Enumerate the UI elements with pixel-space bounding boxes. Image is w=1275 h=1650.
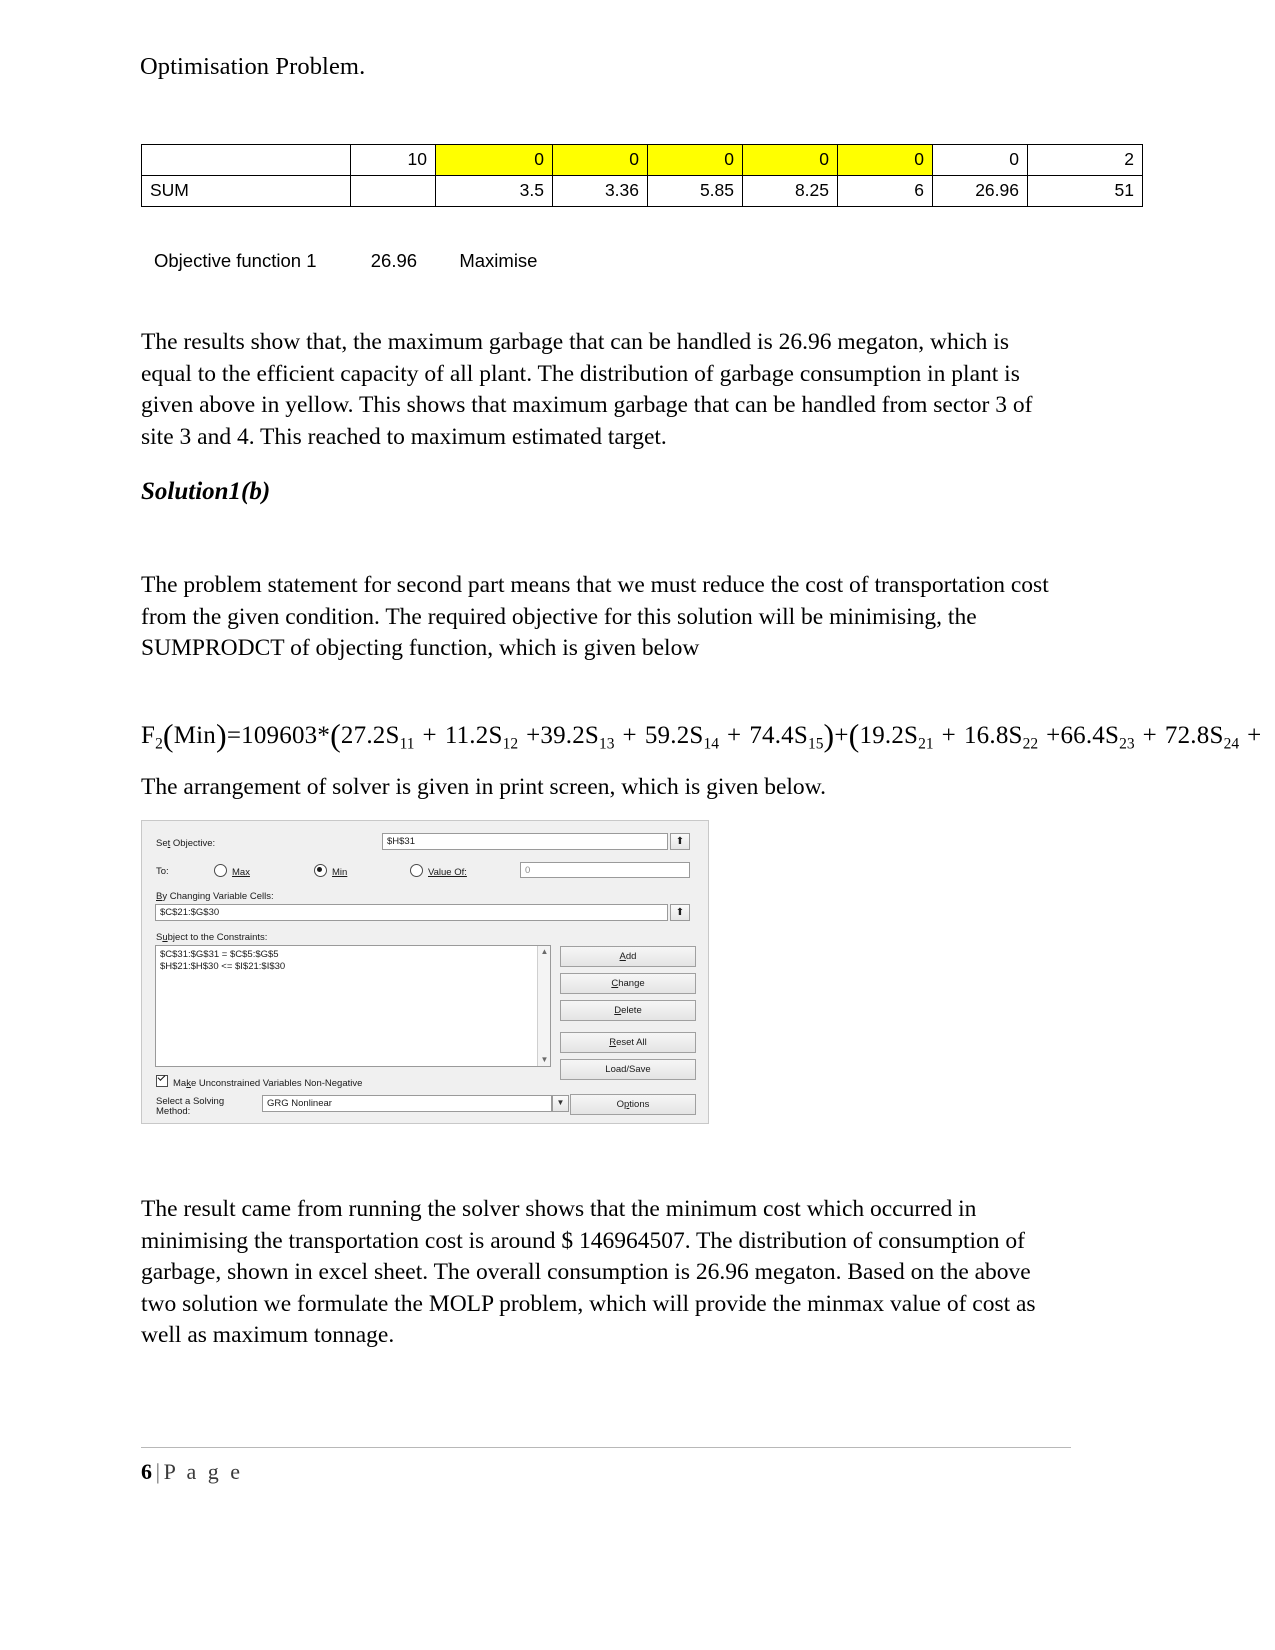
constraints-listbox[interactable]: $C$31:$G$31 = $C$5:$G$5 $H$21:$H$30 <= $… bbox=[155, 945, 551, 1067]
table-cell: 26.96 bbox=[932, 175, 1028, 207]
spreadsheet-table: 10 0 0 0 0 0 0 2 SUM 3.5 3.36 5.85 8.25 … bbox=[141, 144, 1143, 207]
changing-cells-label: By Changing Variable Cells: bbox=[156, 891, 274, 902]
radio-circle-min[interactable] bbox=[314, 864, 327, 877]
non-negative-checkbox[interactable]: Make Unconstrained Variables Non-Negativ… bbox=[156, 1075, 362, 1089]
footer-page-word: P a g e bbox=[163, 1459, 244, 1484]
reset-all-button[interactable]: Reset All bbox=[560, 1032, 696, 1053]
solving-method-label: Select a Solving Method: bbox=[156, 1097, 224, 1117]
solving-method-select[interactable]: GRG Nonlinear bbox=[262, 1095, 552, 1112]
objective-formula: F2(Min)=109603*(27.2S11 +11.2S12 +39.2S13 +… bbox=[141, 717, 1262, 753]
formula-term: 39.2S bbox=[540, 722, 600, 749]
formula-term-sub: 11 bbox=[399, 735, 415, 753]
footer-divider bbox=[141, 1447, 1071, 1448]
to-label: To: bbox=[156, 866, 169, 877]
radio-value-of[interactable]: Value Of: bbox=[410, 864, 467, 878]
table-cell bbox=[350, 175, 436, 207]
constraint-item[interactable]: $H$21:$H$30 <= $I$21:$I$30 bbox=[156, 961, 550, 973]
objective-function-line: Objective function 1 26.96 Maximise bbox=[154, 250, 537, 272]
table-cell-highlighted: 0 bbox=[837, 144, 933, 176]
paragraph-results: The results show that, the maximum garba… bbox=[141, 329, 1033, 450]
delete-constraint-button[interactable]: Delete bbox=[560, 1000, 696, 1021]
scroll-down-icon[interactable]: ▼ bbox=[538, 1054, 550, 1066]
formula-term-sub: 23 bbox=[1119, 735, 1135, 753]
page-heading: Optimisation Problem. bbox=[140, 53, 366, 80]
formula-term: 74.4S bbox=[749, 722, 808, 749]
radio-circle-value-of[interactable] bbox=[410, 864, 423, 877]
formula-term-sub: 12 bbox=[502, 735, 519, 753]
add-constraint-button[interactable]: Add bbox=[560, 946, 696, 967]
constraints-label: Subject to the Constraints: bbox=[156, 932, 268, 943]
chevron-down-icon[interactable]: ▼ bbox=[552, 1095, 569, 1112]
formula-term: 72.8S bbox=[1164, 722, 1224, 749]
table-cell: 8.25 bbox=[742, 175, 838, 207]
formula-term: 11.2S bbox=[444, 722, 503, 749]
changing-cells-input[interactable]: $C$21:$G$30 bbox=[155, 904, 668, 921]
table-cell: 0 bbox=[932, 144, 1028, 176]
formula-equals: =109603* bbox=[226, 722, 331, 749]
constraint-item[interactable]: $C$31:$G$31 = $C$5:$G$5 bbox=[156, 949, 550, 961]
radio-circle-max[interactable] bbox=[214, 864, 227, 877]
footer-page-number: 6 bbox=[141, 1459, 153, 1484]
formula-term-sub: 22 bbox=[1022, 735, 1039, 753]
radio-label-min: Min bbox=[332, 867, 348, 878]
radio-label-max: Max bbox=[232, 867, 250, 878]
table-cell: 10 bbox=[350, 144, 436, 176]
objective-label: Objective function 1 bbox=[154, 250, 317, 271]
formula-term-sub: 15 bbox=[807, 735, 824, 753]
value-of-input[interactable]: 0 bbox=[520, 862, 690, 878]
formula-term-sub: 14 bbox=[703, 735, 720, 753]
table-row: SUM 3.5 3.36 5.85 8.25 6 26.96 51 bbox=[141, 175, 1143, 207]
set-objective-input[interactable]: $H$31 bbox=[382, 833, 668, 850]
change-constraint-button[interactable]: Change bbox=[560, 973, 696, 994]
load-save-button[interactable]: Load/Save bbox=[560, 1059, 696, 1080]
document-page: Optimisation Problem. 10 0 0 0 0 0 0 2 S… bbox=[0, 0, 1275, 1650]
solver-parameters-dialog: Set Objective: $H$31 ⬆ To: Max Min Value… bbox=[141, 820, 709, 1124]
formula-lhs: F bbox=[141, 722, 156, 749]
table-cell: 2 bbox=[1027, 144, 1143, 176]
solving-method-label-line2: Method: bbox=[156, 1106, 191, 1117]
formula-term: 19.2S bbox=[859, 722, 919, 749]
options-button[interactable]: Options bbox=[570, 1094, 696, 1115]
formula-term-sub: 21 bbox=[918, 735, 934, 753]
formula-term-sub: 24 bbox=[1223, 735, 1240, 753]
table-cell-highlighted: 0 bbox=[742, 144, 838, 176]
checkbox-icon[interactable] bbox=[156, 1075, 168, 1087]
table-cell-highlighted: 0 bbox=[435, 144, 553, 176]
paragraph-solver-intro: The arrangement of solver is given in pr… bbox=[141, 774, 826, 800]
table-cell: 6 bbox=[837, 175, 933, 207]
objective-direction: Maximise bbox=[459, 250, 538, 271]
scroll-up-icon[interactable]: ▲ bbox=[538, 946, 550, 958]
table-cell: 3.36 bbox=[552, 175, 648, 207]
formula-trailing: + bbox=[1247, 722, 1262, 749]
table-cell bbox=[141, 144, 351, 176]
paragraph-problem-statement: The problem statement for second part me… bbox=[141, 572, 1049, 661]
formula-term: 66.4S bbox=[1060, 722, 1120, 749]
table-cell-highlighted: 0 bbox=[552, 144, 648, 176]
formula-term: 59.2S bbox=[644, 722, 704, 749]
formula-term: 27.2S bbox=[340, 722, 400, 749]
formula-arg: Min bbox=[173, 722, 216, 749]
range-picker-icon[interactable]: ⬆ bbox=[670, 833, 690, 850]
table-cell: 51 bbox=[1027, 175, 1143, 207]
radio-min[interactable]: Min bbox=[314, 864, 347, 878]
page-footer: 6 | P a g e bbox=[141, 1459, 243, 1485]
formula-term-sub: 13 bbox=[599, 735, 615, 753]
table-cell: 5.85 bbox=[647, 175, 743, 207]
radio-label-value-of: Value Of: bbox=[428, 867, 467, 878]
range-picker-icon-2[interactable]: ⬆ bbox=[670, 904, 690, 921]
section-heading-solution1b: Solution1(b) bbox=[141, 478, 271, 505]
table-cell: 3.5 bbox=[435, 175, 553, 207]
footer-separator: | bbox=[155, 1459, 161, 1484]
table-cell-highlighted: 0 bbox=[647, 144, 743, 176]
formula-lhs-sub: 2 bbox=[155, 735, 163, 753]
formula-term: 16.8S bbox=[963, 722, 1023, 749]
paragraph-results-cost: The result came from running the solver … bbox=[141, 1196, 1036, 1348]
table-cell-label: SUM bbox=[141, 175, 351, 207]
radio-max[interactable]: Max bbox=[214, 864, 250, 878]
constraints-scrollbar[interactable]: ▲ ▼ bbox=[537, 946, 550, 1066]
table-row: 10 0 0 0 0 0 0 2 bbox=[141, 144, 1143, 176]
set-objective-label: Set Objective: bbox=[156, 838, 216, 849]
objective-value: 26.96 bbox=[370, 250, 418, 271]
